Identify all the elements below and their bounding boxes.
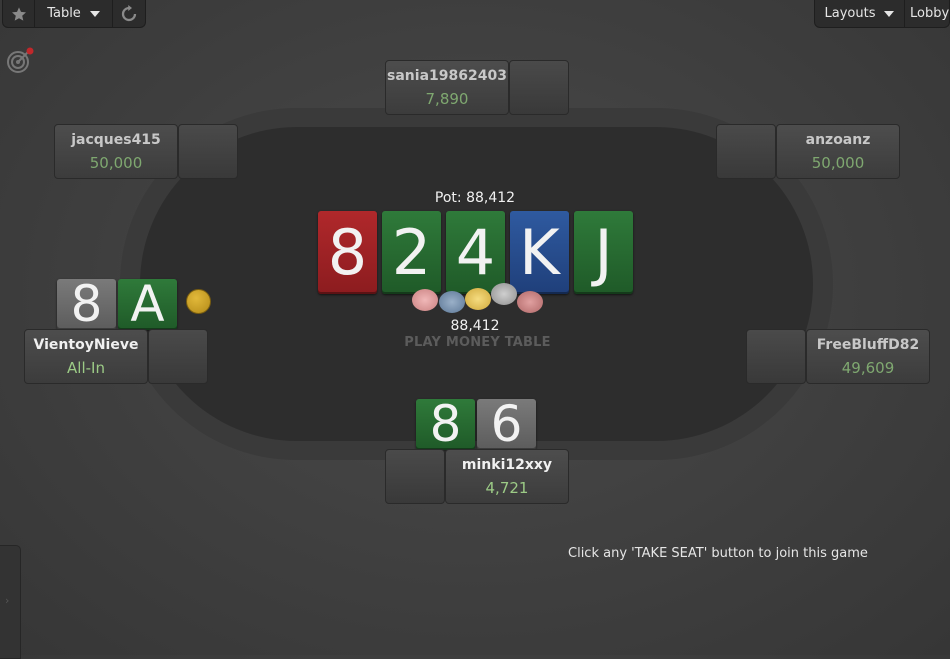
table-menu-label: Table: [47, 6, 81, 21]
seat-bottom[interactable]: minki12xxy 4,721: [385, 449, 569, 504]
hole-card-1: 8: [416, 399, 475, 450]
player-name: FreeBluffD82: [816, 336, 920, 353]
player-info: FreeBluffD82 49,609: [806, 329, 930, 384]
avatar: [148, 329, 208, 384]
seat-top[interactable]: sania19862403 7,890: [385, 60, 569, 115]
board-card-2: 2: [382, 211, 441, 294]
hero-hole-cards: 8 6: [416, 399, 536, 450]
hole-card-2: A: [118, 279, 177, 330]
community-cards: 8 2 4 K J: [318, 211, 633, 294]
player-stack: 50,000: [89, 153, 143, 172]
player-stack: 49,609: [841, 358, 895, 377]
pot-label: Pot: 88,412: [434, 190, 516, 206]
player-name: VientoyNieve: [33, 336, 139, 353]
seat-top-right[interactable]: anzoanz 50,000: [716, 124, 900, 179]
player-info: sania19862403 7,890: [385, 60, 509, 115]
refresh-icon: [121, 4, 137, 21]
player-stack: 7,890: [425, 89, 469, 108]
board-card-3: 4: [446, 211, 505, 294]
avatar: [716, 124, 776, 179]
pot-chip: [491, 283, 517, 305]
pot-chip: [517, 291, 543, 313]
hole-card-2: 6: [477, 399, 536, 450]
lobby-button[interactable]: Lobby: [905, 0, 949, 27]
dealer-button: [186, 289, 211, 314]
hole-card-1: 8: [57, 279, 116, 330]
player-name: anzoanz: [805, 131, 871, 148]
favorite-button[interactable]: [3, 0, 35, 27]
player-name: minki12xxy: [461, 456, 553, 473]
target-icon[interactable]: [6, 47, 34, 75]
avatar: [509, 60, 569, 115]
player-info: VientoyNieve All-In: [24, 329, 148, 384]
left-player-hole-cards: 8 A: [57, 279, 177, 330]
pot-chips: [412, 283, 546, 319]
player-info: minki12xxy 4,721: [445, 449, 569, 504]
refresh-button[interactable]: [113, 0, 145, 27]
side-panel-toggle[interactable]: ›: [0, 545, 21, 659]
join-game-message: Click any 'TAKE SEAT' button to join thi…: [568, 546, 868, 561]
avatar: [178, 124, 238, 179]
avatar: [746, 329, 806, 384]
chevron-right-icon: ›: [5, 594, 10, 607]
player-name: sania19862403: [387, 67, 507, 84]
chevron-down-icon: [884, 10, 895, 17]
seat-left[interactable]: VientoyNieve All-In: [24, 329, 208, 384]
avatar: [385, 449, 445, 504]
pot-chip: [412, 289, 438, 311]
player-info: jacques415 50,000: [54, 124, 178, 179]
pot-chip: [439, 291, 465, 313]
layout-toolbar: Layouts Lobby: [814, 0, 950, 28]
player-name: jacques415: [71, 131, 161, 148]
board-card-5: J: [574, 211, 633, 294]
table-toolbar: Table: [2, 0, 146, 28]
player-stack: 50,000: [811, 153, 865, 172]
star-icon: [11, 6, 26, 21]
board-card-1: 8: [318, 211, 377, 294]
layouts-label: Layouts: [824, 6, 876, 21]
table-menu-dropdown[interactable]: Table: [35, 0, 113, 27]
seat-right[interactable]: FreeBluffD82 49,609: [746, 329, 930, 384]
player-stack: All-In: [67, 358, 105, 377]
board-card-4: K: [510, 211, 569, 294]
lobby-label: Lobby: [910, 6, 950, 21]
layouts-dropdown[interactable]: Layouts: [815, 0, 905, 27]
player-info: anzoanz 50,000: [776, 124, 900, 179]
player-stack: 4,721: [485, 478, 529, 497]
seat-top-left[interactable]: jacques415 50,000: [54, 124, 238, 179]
chevron-down-icon: [89, 10, 100, 17]
pot-chip: [465, 288, 491, 310]
